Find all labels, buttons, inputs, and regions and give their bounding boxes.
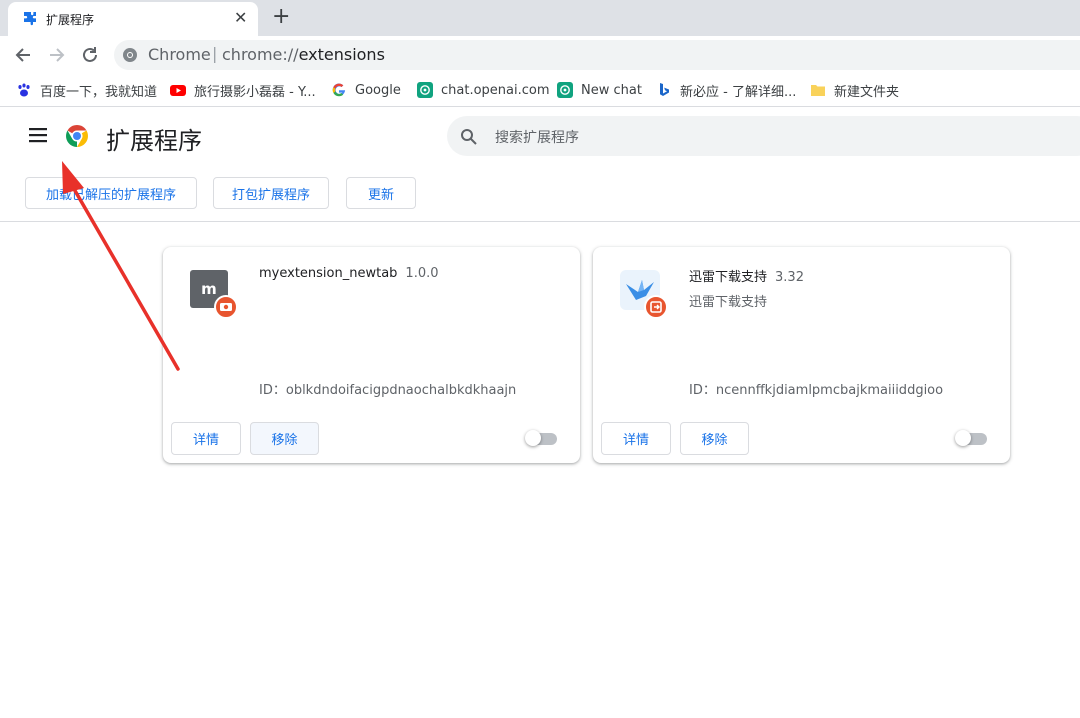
browser-toolbar: Chrome | chrome://extensions [0,36,1080,74]
search-placeholder: 搜索扩展程序 [495,130,579,146]
extension-name: myextension_newtab 1.0.0 [259,266,439,281]
page-title: 扩展程序 [106,127,202,155]
extension-badge-icon [644,295,668,319]
extension-icon [620,270,670,320]
chrome-logo-icon [66,125,88,147]
toggle-knob [525,430,541,446]
extension-id: ID：ncennffkjdiamlpmcbajkmaiiiddgioo [689,379,943,398]
bookmark-youtube[interactable]: 旅行摄影小磊磊 - Y... [170,80,316,100]
address-bar[interactable]: Chrome | chrome://extensions [114,40,1080,70]
extension-card-xunlei: 迅雷下载支持 3.32 迅雷下载支持 ID：ncennffkjdiamlpmcba… [593,247,1010,463]
tab-title: 扩展程序 [46,13,95,27]
menu-icon[interactable] [28,127,48,143]
extension-name: 迅雷下载支持 3.32 [689,266,804,285]
reload-icon[interactable] [79,44,101,66]
bookmark-baidu[interactable]: 百度一下，我就知道 [16,80,157,100]
url-path: extensions [298,45,385,64]
developer-toolbar: 加载已解压的扩展程序 打包扩展程序 更新 [0,167,1080,222]
remove-button[interactable]: 移除 [250,422,319,455]
extension-id-label: ID： [689,383,716,398]
baidu-icon [18,83,30,97]
details-button[interactable]: 详情 [601,422,671,455]
bookmark-label: 旅行摄影小磊磊 - Y... [194,84,316,100]
load-unpacked-button[interactable]: 加载已解压的扩展程序 [25,177,197,209]
forward-icon[interactable] [46,44,68,66]
bookmark-google[interactable]: Google [331,80,401,100]
pack-extension-button[interactable]: 打包扩展程序 [213,177,329,209]
folder-icon [811,85,825,96]
bookmark-label: Google [355,82,401,98]
remove-button[interactable]: 移除 [680,422,749,455]
extension-version: 1.0.0 [405,266,439,281]
puzzle-icon [24,12,36,26]
youtube-icon [170,85,186,96]
tab-strip: 扩展程序 ✕ + [0,0,1080,36]
toggle-knob [955,430,971,446]
bookmark-new-chat[interactable]: New chat [557,80,642,100]
search-extensions-input[interactable]: 搜索扩展程序 [447,116,1080,156]
enable-toggle[interactable] [525,430,557,446]
url-scheme: chrome:// [222,45,299,64]
openai-icon [417,82,433,98]
extension-description: 迅雷下载支持 [689,295,768,310]
extension-name-text: myextension_newtab [259,266,398,281]
bookmarks-bar: 百度一下，我就知道 旅行摄影小磊磊 - Y... Google chat.ope… [0,74,1080,107]
tab-extensions[interactable]: 扩展程序 ✕ [8,2,258,36]
openai-icon [557,82,573,98]
bookmark-bing[interactable]: 新必应 - 了解详细... [656,80,796,100]
google-icon [332,83,346,97]
new-tab-button[interactable]: + [272,4,290,29]
search-icon [461,129,477,145]
details-button[interactable]: 详情 [171,422,241,455]
extension-id-value: oblkdndoifacigpdnaochalbkdkhaajn [285,383,517,398]
extension-icon: m [190,270,240,320]
bookmark-label: 新必应 - 了解详细... [680,84,797,100]
site-label: Chrome [148,45,211,64]
bookmark-folder[interactable]: 新建文件夹 [810,80,899,100]
bookmark-label: chat.openai.com [441,82,550,98]
enable-toggle[interactable] [955,430,987,446]
bookmark-label: 新建文件夹 [834,84,900,100]
extension-name-text: 迅雷下载支持 [689,270,768,285]
bookmark-chat-openai[interactable]: chat.openai.com [417,80,550,100]
extension-id-value: ncennffkjdiamlpmcbajkmaiiiddgioo [715,383,944,398]
bookmark-label: New chat [581,82,642,98]
url-separator: | [212,44,218,63]
unpacked-badge-icon [214,295,238,319]
update-button[interactable]: 更新 [346,177,416,209]
extension-id: ID：oblkdndoifacigpdnaochalbkdkhaajn [259,379,516,398]
back-icon[interactable] [12,44,34,66]
extension-version: 3.32 [775,270,804,285]
extension-id-label: ID： [259,383,286,398]
extension-card-myextension: m myextension_newtab 1.0.0 ID：oblkdndoifa… [163,247,580,463]
bookmark-label: 百度一下，我就知道 [40,84,158,100]
close-tab-icon[interactable]: ✕ [234,8,247,27]
extensions-header: 扩展程序 搜索扩展程序 [0,107,1080,167]
chrome-site-icon [123,48,137,62]
url-text: chrome://extensions [222,45,385,64]
bing-icon [660,83,669,96]
